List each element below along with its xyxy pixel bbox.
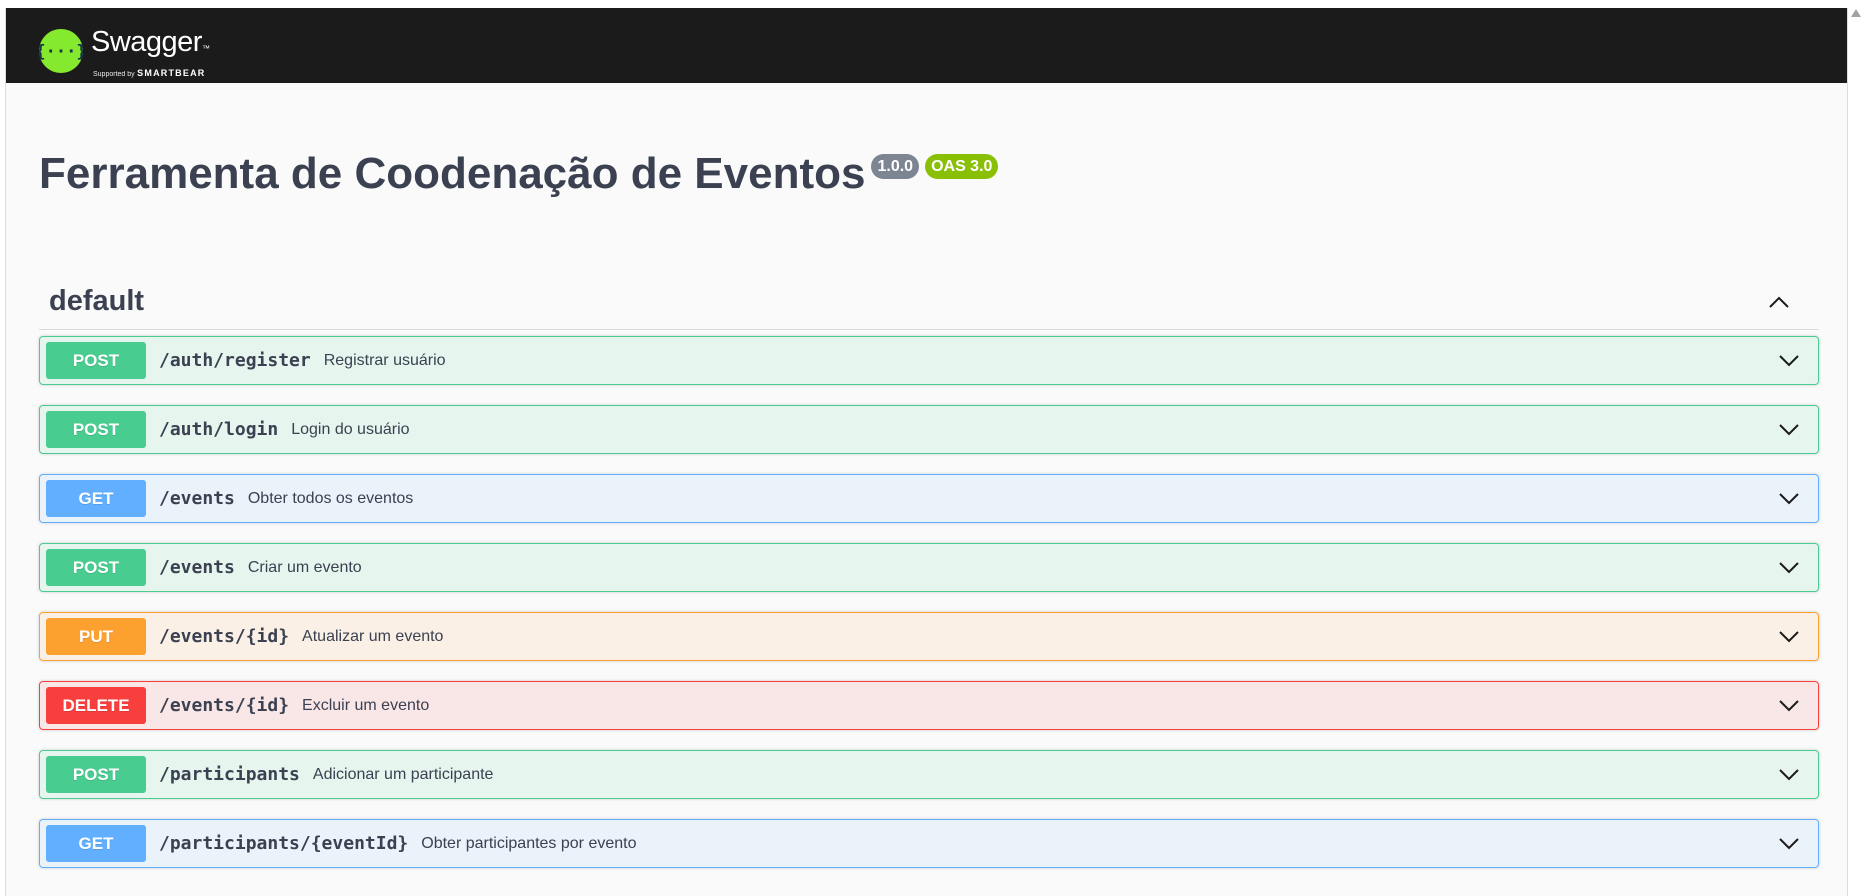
svg-text:{···}: {···} xyxy=(39,42,83,62)
operation-row[interactable]: POST /auth/register Registrar usuário xyxy=(39,336,1819,385)
chevron-down-icon[interactable] xyxy=(1774,622,1804,652)
chevron-up-icon[interactable] xyxy=(1759,282,1799,322)
method-badge: GET xyxy=(46,480,146,517)
operation-summary: Excluir um evento xyxy=(302,696,430,714)
chevron-down-icon[interactable] xyxy=(1774,484,1804,514)
chevron-down-icon[interactable] xyxy=(1774,691,1804,721)
operation-summary: Obter participantes por evento xyxy=(421,834,637,852)
operation-summary: Criar um evento xyxy=(247,558,362,576)
method-badge: DELETE xyxy=(46,687,146,724)
operation-row[interactable]: GET /events Obter todos os eventos xyxy=(39,474,1819,523)
version-badge: 1.0.0 xyxy=(871,154,920,179)
operation-summary: Adicionar um participante xyxy=(312,765,494,783)
swagger-page: {···} Swagger™ Supported by SMARTBEAR Fe… xyxy=(5,8,1848,896)
operation-row[interactable]: DELETE /events/{id} Excluir um evento xyxy=(39,681,1819,730)
operation-path: /participants xyxy=(159,764,300,785)
page-title: Ferramenta de Coodenação de Eventos xyxy=(39,149,866,198)
method-badge: POST xyxy=(46,756,146,793)
operation-row[interactable]: GET /participants/{eventId} Obter partic… xyxy=(39,819,1819,868)
operation-path: /events/{id} xyxy=(159,695,290,716)
operation-summary: Atualizar um evento xyxy=(302,627,444,645)
api-info: Ferramenta de Coodenação de Eventos 1.0.… xyxy=(39,144,999,204)
operation-summary: Login do usuário xyxy=(291,420,410,438)
oas-badge: OAS 3.0 xyxy=(925,154,999,179)
chevron-down-icon[interactable] xyxy=(1774,346,1804,376)
tag-name: default xyxy=(49,285,145,317)
tag-section-default: default POST /auth/register Registrar us… xyxy=(39,274,1819,888)
swagger-logo-icon: {···} xyxy=(39,29,83,73)
chevron-down-icon[interactable] xyxy=(1774,415,1804,445)
method-badge: POST xyxy=(46,549,146,586)
operation-summary: Obter todos os eventos xyxy=(247,489,414,507)
operation-path: /auth/login xyxy=(159,419,279,440)
operation-row[interactable]: PUT /events/{id} Atualizar um evento xyxy=(39,612,1819,661)
operation-path: /auth/register xyxy=(159,350,311,371)
operation-path: /participants/{eventId} xyxy=(159,833,409,854)
operation-row[interactable]: POST /events Criar um evento xyxy=(39,543,1819,592)
swagger-logo[interactable]: {···} Swagger™ Supported by SMARTBEAR xyxy=(39,20,210,78)
logo-title: Swagger™ xyxy=(91,26,210,58)
method-badge: PUT xyxy=(46,618,146,655)
chevron-down-icon[interactable] xyxy=(1774,760,1804,790)
operation-path: /events xyxy=(159,488,235,509)
logo-subtitle: Supported by SMARTBEAR xyxy=(93,68,206,78)
topbar: {···} Swagger™ Supported by SMARTBEAR xyxy=(6,8,1847,83)
scrollbar-up-arrow[interactable] xyxy=(1846,8,1866,28)
operations-list: POST /auth/register Registrar usuário PO… xyxy=(39,336,1819,868)
tag-header[interactable]: default xyxy=(39,274,1819,330)
method-badge: POST xyxy=(46,342,146,379)
operation-row[interactable]: POST /auth/login Login do usuário xyxy=(39,405,1819,454)
operation-path: /events/{id} xyxy=(159,626,290,647)
chevron-down-icon[interactable] xyxy=(1774,829,1804,859)
operation-summary: Registrar usuário xyxy=(323,351,446,369)
operation-path: /events xyxy=(159,557,235,578)
chevron-down-icon[interactable] xyxy=(1774,553,1804,583)
operation-row[interactable]: POST /participants Adicionar um particip… xyxy=(39,750,1819,799)
method-badge: GET xyxy=(46,825,146,862)
method-badge: POST xyxy=(46,411,146,448)
